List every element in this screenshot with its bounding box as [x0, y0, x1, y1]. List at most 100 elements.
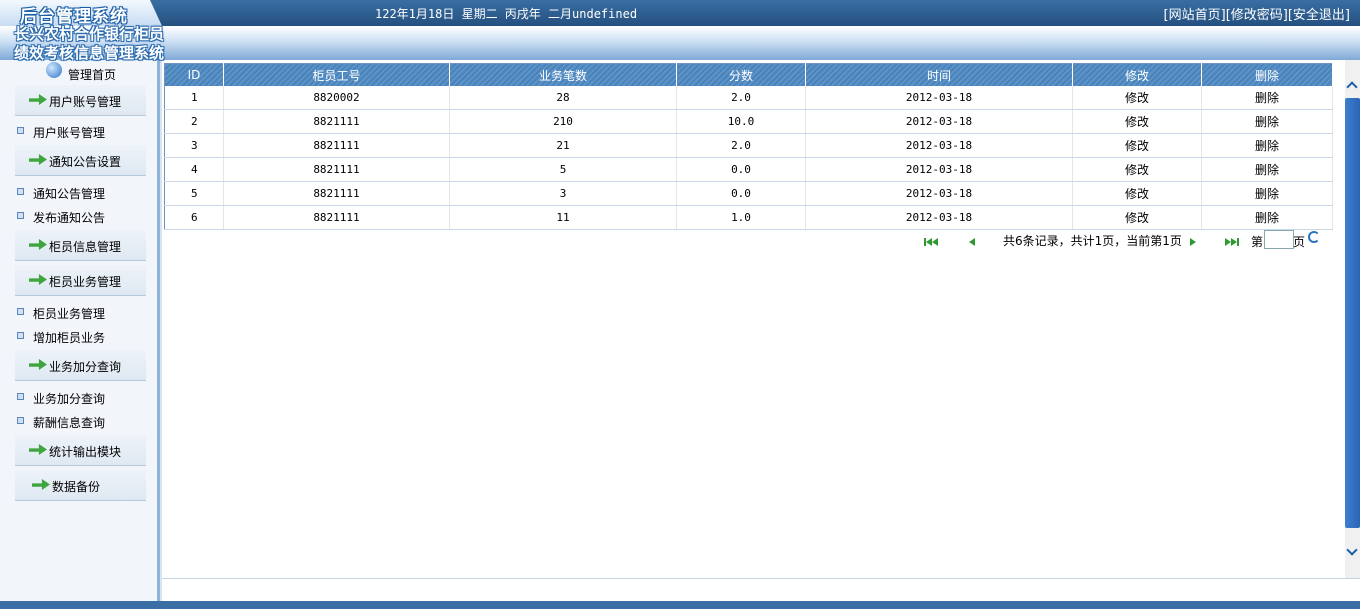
column-header-teller: 柜员工号	[223, 63, 450, 86]
edit-link[interactable]: 修改	[1072, 157, 1202, 182]
edit-link[interactable]: 修改	[1072, 109, 1202, 134]
arrow-right-icon	[29, 444, 47, 455]
cell-id: 2	[164, 109, 224, 134]
header-band	[0, 26, 1360, 60]
arrow-right-icon	[29, 154, 47, 165]
edit-link[interactable]: 修改	[1072, 181, 1202, 206]
sidebar-item-publish-notice[interactable]: 发布通知公告	[17, 209, 105, 226]
sidebar-section-label: 通知公告设置	[49, 155, 122, 169]
prev-page-icon[interactable]	[969, 235, 975, 249]
scroll-down-icon[interactable]	[1345, 544, 1360, 560]
sidebar-home-label: 管理首页	[68, 68, 117, 82]
sidebar-section-teller-business[interactable]: 柜员业务管理	[15, 265, 146, 296]
top-bar: 后台管理系统 122年1月18日 星期二 丙戌年 二月undefined [网站…	[0, 0, 1360, 27]
cell-count: 11	[449, 205, 677, 230]
sidebar-section-label: 用户账号管理	[49, 95, 122, 109]
bullet-icon	[17, 212, 24, 219]
column-header-delete: 删除	[1201, 63, 1333, 86]
sidebar-section-statistics-output[interactable]: 统计输出模块	[15, 435, 146, 466]
sidebar-item-salary-query[interactable]: 薪酬信息查询	[17, 414, 105, 431]
arrow-right-icon	[32, 479, 50, 490]
sidebar-item-teller-business-manage[interactable]: 柜员业务管理	[17, 305, 105, 322]
sidebar-section-label: 数据备份	[52, 480, 101, 494]
change-password-link[interactable]: [修改密码]	[1226, 8, 1288, 23]
cell-count: 5	[449, 157, 677, 182]
delete-link[interactable]: 删除	[1201, 133, 1333, 158]
table-row: 2 8821111 210 10.0 2012-03-18 修改 删除	[164, 109, 1333, 134]
sidebar-section-user-accounts[interactable]: 用户账号管理	[15, 85, 146, 116]
page-number-input[interactable]	[1264, 230, 1294, 249]
site-home-link[interactable]: [网站首页]	[1164, 8, 1226, 23]
globe-icon	[46, 62, 62, 78]
cell-count: 21	[449, 133, 677, 158]
sidebar-item-label: 通知公告管理	[33, 187, 106, 201]
sidebar-section-data-backup[interactable]: 数据备份	[15, 470, 146, 501]
sidebar-section-label: 统计输出模块	[49, 445, 122, 459]
edit-link[interactable]: 修改	[1072, 86, 1202, 110]
edit-link[interactable]: 修改	[1072, 205, 1202, 230]
cell-id: 5	[164, 181, 224, 206]
cell-date: 2012-03-18	[805, 157, 1073, 182]
arrow-right-icon	[29, 359, 47, 370]
first-page-icon[interactable]	[924, 235, 938, 249]
sidebar-item-add-teller-business[interactable]: 增加柜员业务	[17, 329, 105, 346]
sidebar-item-bonus-query[interactable]: 业务加分查询	[17, 390, 105, 407]
pagination: 共6条记录，共计1页，当前第1页 第 页	[922, 230, 1342, 250]
bullet-icon	[17, 188, 24, 195]
edit-link[interactable]: 修改	[1072, 133, 1202, 158]
cell-score: 0.0	[676, 181, 806, 206]
cell-count: 28	[449, 86, 677, 110]
system-title: 长兴农村合作银行柜员绩效考核信息管理系统	[14, 25, 165, 62]
last-page-icon[interactable]	[1225, 235, 1239, 249]
table-row: 5 8821111 3 0.0 2012-03-18 修改 删除	[164, 181, 1333, 206]
sidebar-item-label: 增加柜员业务	[33, 331, 106, 345]
page-suffix-label: 页	[1293, 235, 1306, 249]
logout-link[interactable]: [安全退出]	[1288, 8, 1350, 23]
cell-teller: 8821111	[223, 109, 450, 134]
delete-link[interactable]: 删除	[1201, 109, 1333, 134]
column-header-date: 时间	[805, 63, 1073, 86]
next-page-icon[interactable]	[1190, 235, 1196, 249]
cell-date: 2012-03-18	[805, 205, 1073, 230]
cell-teller: 8820002	[223, 86, 450, 110]
cell-date: 2012-03-18	[805, 181, 1073, 206]
delete-link[interactable]: 删除	[1201, 86, 1333, 110]
column-header-score: 分数	[676, 63, 806, 86]
bullet-icon	[17, 393, 24, 400]
top-links: [网站首页][修改密码][安全退出]	[1164, 4, 1350, 23]
scroll-up-icon[interactable]	[1345, 78, 1360, 94]
delete-link[interactable]: 删除	[1201, 181, 1333, 206]
cell-id: 1	[164, 86, 224, 110]
sidebar-section-notice-settings[interactable]: 通知公告设置	[15, 145, 146, 176]
cell-score: 10.0	[676, 109, 806, 134]
sidebar-home-link[interactable]: 管理首页	[46, 62, 117, 83]
cell-score: 0.0	[676, 157, 806, 182]
vertical-scrollbar[interactable]	[1345, 60, 1360, 578]
scroll-thumb[interactable]	[1345, 98, 1360, 528]
cell-id: 6	[164, 205, 224, 230]
cell-score: 1.0	[676, 205, 806, 230]
cell-teller: 8821111	[223, 181, 450, 206]
cell-id: 4	[164, 157, 224, 182]
column-header-count: 业务笔数	[449, 63, 677, 86]
cell-teller: 8821111	[223, 157, 450, 182]
sidebar-section-bonus-query[interactable]: 业务加分查询	[15, 350, 146, 381]
sidebar-item-label: 用户账号管理	[33, 126, 106, 140]
sidebar: 管理首页 用户账号管理 用户账号管理 通知公告设置 通知公告管理 发布通知公告 …	[0, 60, 160, 601]
delete-link[interactable]: 删除	[1201, 205, 1333, 230]
sidebar-item-label: 薪酬信息查询	[33, 416, 106, 430]
pagination-info: 共6条记录，共计1页，当前第1页	[1003, 234, 1182, 248]
sidebar-item-user-account-manage[interactable]: 用户账号管理	[17, 124, 105, 141]
bullet-icon	[17, 127, 24, 134]
sidebar-section-label: 柜员信息管理	[49, 240, 122, 254]
sidebar-item-notice-manage[interactable]: 通知公告管理	[17, 185, 105, 202]
date-display: 122年1月18日 星期二 丙戌年 二月undefined	[375, 7, 638, 21]
sidebar-section-label: 业务加分查询	[49, 360, 122, 374]
cell-id: 3	[164, 133, 224, 158]
cell-teller: 8821111	[223, 205, 450, 230]
delete-link[interactable]: 删除	[1201, 157, 1333, 182]
cell-count: 210	[449, 109, 677, 134]
table-row: 4 8821111 5 0.0 2012-03-18 修改 删除	[164, 157, 1333, 182]
go-refresh-icon[interactable]	[1308, 231, 1320, 243]
sidebar-section-teller-info[interactable]: 柜员信息管理	[15, 230, 146, 261]
